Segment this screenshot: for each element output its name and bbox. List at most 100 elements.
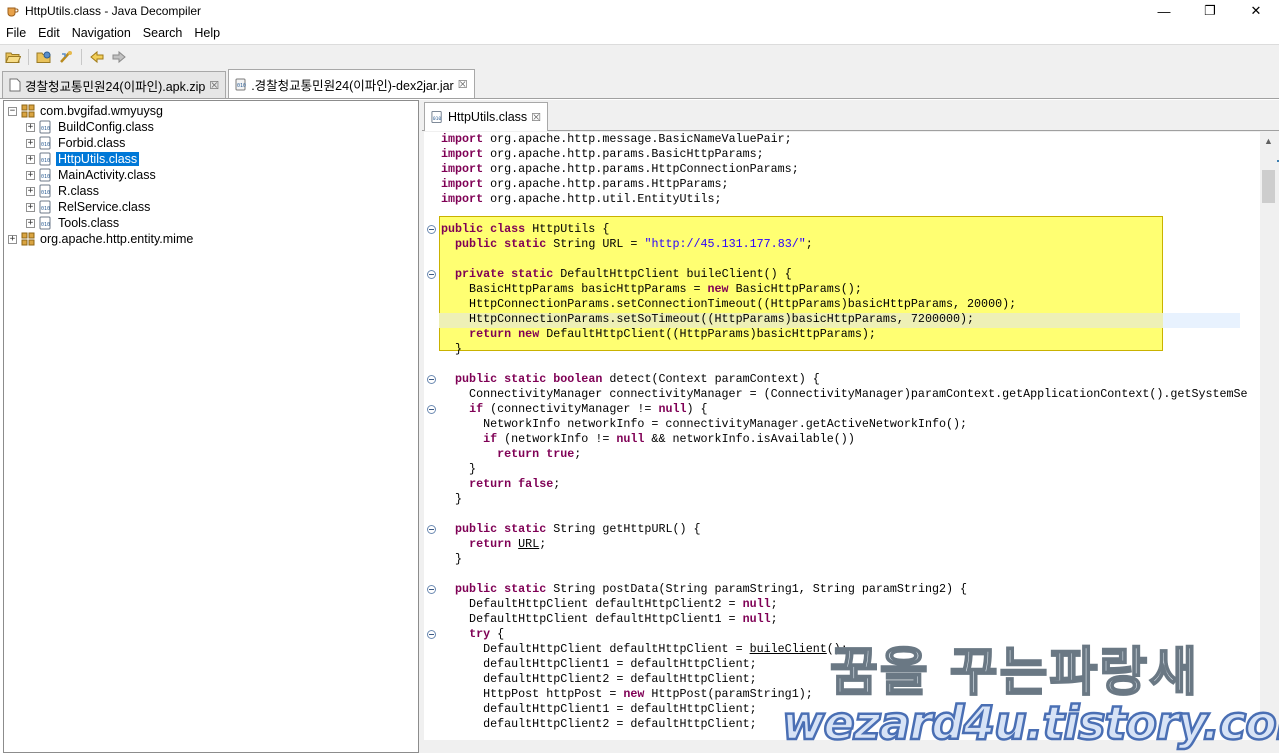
fold-toggle-icon[interactable] <box>427 585 436 594</box>
code-line: } <box>441 552 1248 567</box>
fold-toggle-icon[interactable] <box>427 405 436 414</box>
code-keyword: class <box>490 222 526 236</box>
open-type-button[interactable] <box>34 47 54 67</box>
svg-text:010: 010 <box>237 83 246 89</box>
scroll-thumb[interactable] <box>1262 170 1275 203</box>
code-line: import org.apache.http.util.EntityUtils; <box>441 192 1248 207</box>
class-file-icon: 010 <box>39 168 51 182</box>
menu-help[interactable]: Help <box>188 22 226 44</box>
code-keyword: return <box>469 477 512 491</box>
back-button[interactable] <box>87 47 107 67</box>
file-tab-apk[interactable]: 경찰청교통민원24(이파인).apk.zip ☒ <box>2 71 227 98</box>
code-text: String postData(String paramString1, Str… <box>546 582 968 596</box>
tree-class-label: RelService.class <box>58 200 151 214</box>
open-type-hierarchy-button[interactable] <box>56 47 76 67</box>
close-button[interactable]: ✕ <box>1233 0 1279 22</box>
fold-gutter <box>424 132 438 740</box>
minimize-button[interactable]: — <box>1141 0 1187 22</box>
code-line: return URL; <box>441 537 1248 552</box>
code-text: ; <box>805 237 813 251</box>
code-line: if (networkInfo != null && networkInfo.i… <box>441 432 1248 447</box>
tree-expand-toggle[interactable]: + <box>26 186 35 196</box>
menu-search[interactable]: Search <box>137 22 189 44</box>
tree-package-root[interactable]: − com.bvgifad.wmyuysg <box>8 103 165 119</box>
fold-toggle-icon[interactable] <box>427 630 436 639</box>
scroll-down-icon[interactable]: ▼ <box>1260 723 1277 740</box>
package-tree[interactable]: − com.bvgifad.wmyuysg + 010 BuildConfig.… <box>3 100 419 753</box>
code-editor[interactable]: import org.apache.http.message.BasicName… <box>424 132 1260 740</box>
tree-collapse-toggle[interactable]: − <box>8 106 17 116</box>
menu-file[interactable]: File <box>0 22 32 44</box>
code-text: BasicHttpParams(); <box>728 282 862 296</box>
tree-package-mime[interactable]: + org.apache.http.entity.mime <box>8 231 195 247</box>
code-line: DefaultHttpClient defaultHttpClient = bu… <box>441 642 1248 657</box>
code-line: try { <box>441 627 1248 642</box>
code-line: NetworkInfo networkInfo = connectivityMa… <box>441 417 1248 432</box>
tree-class-r[interactable]: + 010 R.class <box>26 183 101 199</box>
code-keyword: if <box>469 402 484 416</box>
svg-text:010: 010 <box>41 206 50 212</box>
code-keyword: import <box>441 192 484 206</box>
file-tab-jar[interactable]: 010 .경찰청교통민원24(이파인)-dex2jar.jar ☒ <box>228 69 475 98</box>
forward-button[interactable] <box>109 47 129 67</box>
tree-class-httputils[interactable]: + 010 HttpUtils.class <box>26 151 140 167</box>
code-line: public static String postData(String par… <box>441 582 1248 597</box>
class-file-icon: 010 <box>39 152 51 166</box>
tree-class-label: Tools.class <box>58 216 120 230</box>
code-keyword: static <box>504 582 547 596</box>
svg-text:010: 010 <box>433 116 442 122</box>
code-string: "http://45.131.177.83/" <box>644 237 806 251</box>
tree-expand-toggle[interactable]: + <box>26 122 35 132</box>
tree-class-mainactivity[interactable]: + 010 MainActivity.class <box>26 167 158 183</box>
menu-edit[interactable]: Edit <box>32 22 66 44</box>
tree-expand-toggle[interactable]: + <box>26 154 35 164</box>
code-line: import org.apache.http.params.BasicHttpP… <box>441 147 1248 162</box>
code-keyword: null <box>742 597 771 611</box>
fold-toggle-icon[interactable] <box>427 225 436 234</box>
code-line: defaultHttpClient1 = defaultHttpClient; <box>441 702 1248 717</box>
tree-expand-toggle[interactable]: + <box>26 170 35 180</box>
scroll-up-icon[interactable]: ▲ <box>1260 132 1277 149</box>
tree-expand-toggle[interactable]: + <box>26 138 35 148</box>
close-tab-icon[interactable]: ☒ <box>531 111 541 124</box>
class-tab-httputils[interactable]: 010 HttpUtils.class ☒ <box>424 102 549 131</box>
open-file-button[interactable] <box>3 47 23 67</box>
code-line: HttpConnectionParams.setConnectionTimeou… <box>441 297 1248 312</box>
code-line: DefaultHttpClient defaultHttpClient1 = n… <box>441 612 1248 627</box>
toolbar-separator <box>81 49 82 65</box>
tree-class-relservice[interactable]: + 010 RelService.class <box>26 199 152 215</box>
horizontal-scrollbar[interactable] <box>424 740 1260 753</box>
close-tab-icon[interactable]: ☒ <box>458 78 468 91</box>
tree-expand-toggle[interactable]: + <box>8 234 17 244</box>
tree-class-buildconfig[interactable]: + 010 BuildConfig.class <box>26 119 156 135</box>
code-line: } <box>441 342 1248 357</box>
code-text: org.apache.http.params.BasicHttpParams; <box>483 147 764 161</box>
code-keyword: static <box>504 522 547 536</box>
close-tab-icon[interactable]: ☒ <box>209 79 219 92</box>
tree-class-forbid[interactable]: + 010 Forbid.class <box>26 135 127 151</box>
code-text: && networkInfo.isAvailable()) <box>644 432 855 446</box>
fold-toggle-icon[interactable] <box>427 270 436 279</box>
maximize-button[interactable]: ❐ <box>1187 0 1233 22</box>
fold-toggle-icon[interactable] <box>427 525 436 534</box>
fold-toggle-icon[interactable] <box>427 375 436 384</box>
code-line: } <box>441 492 1248 507</box>
vertical-scrollbar[interactable]: ▲ ▼ <box>1260 132 1277 740</box>
window-title: HttpUtils.class - Java Decompiler <box>25 4 202 18</box>
menu-bar: File Edit Navigation Search Help <box>0 22 1279 44</box>
tree-expand-toggle[interactable]: + <box>26 202 35 212</box>
tree-expand-toggle[interactable]: + <box>26 218 35 228</box>
code-text: HttpConnectionParams.setSoTimeout((HttpP… <box>441 312 975 326</box>
tree-class-tools[interactable]: + 010 Tools.class <box>26 215 121 231</box>
code-reference: URL <box>518 537 540 551</box>
menu-navigation[interactable]: Navigation <box>66 22 137 44</box>
code-line: import org.apache.http.message.BasicName… <box>441 132 1248 147</box>
code-text: HttpPost(paramString1); <box>644 687 813 701</box>
